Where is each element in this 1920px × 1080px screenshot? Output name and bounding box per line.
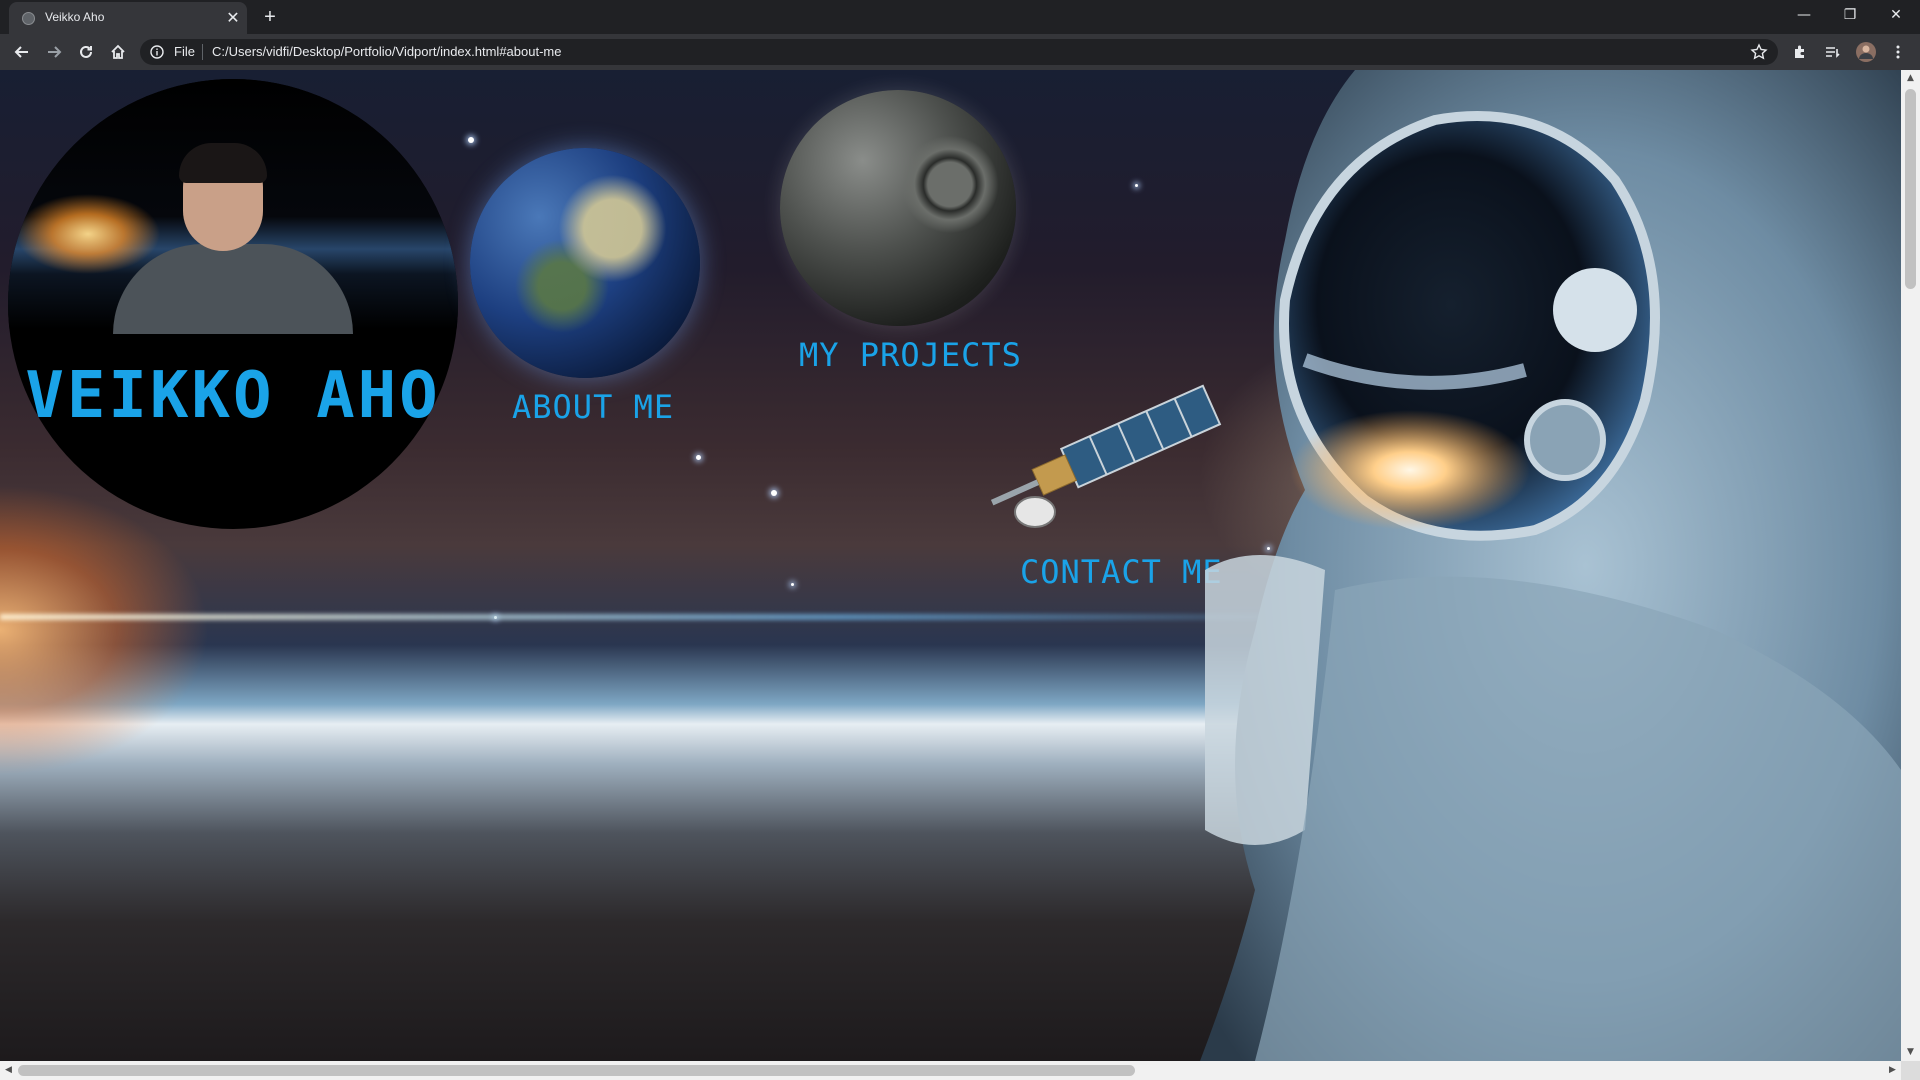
extensions-icon (1795, 45, 1804, 58)
page-viewport: VEIKKO AHO ABOUT ME MY PROJECTS CONTACT … (0, 70, 1901, 1061)
scrollbar-corner (1901, 1061, 1920, 1080)
horizontal-scrollbar[interactable]: ◀ ▶ (0, 1061, 1901, 1080)
url-text[interactable]: C:/Users/vidfi/Desktop/Portfolio/Vidport… (212, 44, 561, 59)
photo-person-hair (179, 143, 267, 183)
star-sparkle (791, 583, 794, 586)
tab-title: Veikko Aho (45, 10, 105, 24)
bookmark-star-icon[interactable] (1750, 43, 1768, 61)
home-icon (111, 44, 125, 59)
tab-favicon-icon (22, 12, 35, 25)
forward-icon (48, 46, 62, 58)
back-icon (14, 46, 28, 58)
horizon-lens-flare (0, 614, 1400, 620)
profile-badge[interactable]: VEIKKO AHO (8, 79, 458, 529)
star-sparkle (468, 137, 474, 143)
url-scheme: File (174, 44, 195, 59)
address-bar[interactable]: File C:/Users/vidfi/Desktop/Portfolio/Vi… (140, 39, 1778, 65)
projects-planet-link[interactable] (780, 90, 1016, 326)
scroll-up-arrow-icon[interactable]: ▲ (1901, 70, 1920, 87)
reading-list-icon (1826, 47, 1840, 58)
close-tab-button[interactable]: ✕ (223, 8, 243, 28)
scroll-right-arrow-icon[interactable]: ▶ (1884, 1061, 1901, 1080)
profile-avatar (1856, 42, 1876, 62)
reading-list-button[interactable] (1818, 38, 1846, 66)
browser-toolbar: File C:/Users/vidfi/Desktop/Portfolio/Vi… (0, 34, 1920, 70)
contact-me-link[interactable]: CONTACT ME (1020, 553, 1223, 591)
forward-button[interactable] (40, 38, 68, 66)
close-window-button[interactable]: ✕ (1874, 0, 1918, 30)
my-projects-link[interactable]: MY PROJECTS (799, 336, 1022, 374)
site-owner-name: VEIKKO AHO (25, 359, 441, 433)
horizontal-scroll-thumb[interactable] (18, 1065, 1135, 1076)
minimize-window-button[interactable]: — (1782, 0, 1826, 30)
reload-icon (80, 45, 92, 58)
tab-strip: Veikko Aho ✕ + — ❐ ✕ (0, 0, 1920, 34)
astronaut-illustration (1200, 70, 1901, 1061)
profile-button[interactable] (1852, 38, 1880, 66)
new-tab-button[interactable]: + (258, 5, 282, 29)
info-icon[interactable] (150, 45, 164, 59)
star-sparkle (1135, 184, 1138, 187)
url-separator (202, 44, 203, 60)
about-me-link[interactable]: ABOUT ME (512, 388, 674, 426)
menu-button[interactable] (1884, 38, 1912, 66)
photo-person-body (113, 244, 353, 334)
scroll-down-arrow-icon[interactable]: ▼ (1901, 1044, 1920, 1061)
vertical-scroll-thumb[interactable] (1905, 89, 1916, 289)
menu-icon (1896, 45, 1900, 59)
about-me-planet-link[interactable] (470, 148, 700, 378)
scroll-left-arrow-icon[interactable]: ◀ (0, 1061, 17, 1080)
profile-photo (8, 79, 458, 334)
star-sparkle (771, 490, 777, 496)
restore-window-button[interactable]: ❐ (1828, 0, 1872, 30)
browser-tab[interactable]: Veikko Aho ✕ (9, 2, 247, 34)
vertical-scrollbar[interactable]: ▲ ▼ (1901, 70, 1920, 1061)
reload-button[interactable] (72, 38, 100, 66)
star-sparkle (696, 455, 701, 460)
home-button[interactable] (104, 38, 132, 66)
extensions-button[interactable] (1786, 38, 1814, 66)
back-button[interactable] (8, 38, 36, 66)
